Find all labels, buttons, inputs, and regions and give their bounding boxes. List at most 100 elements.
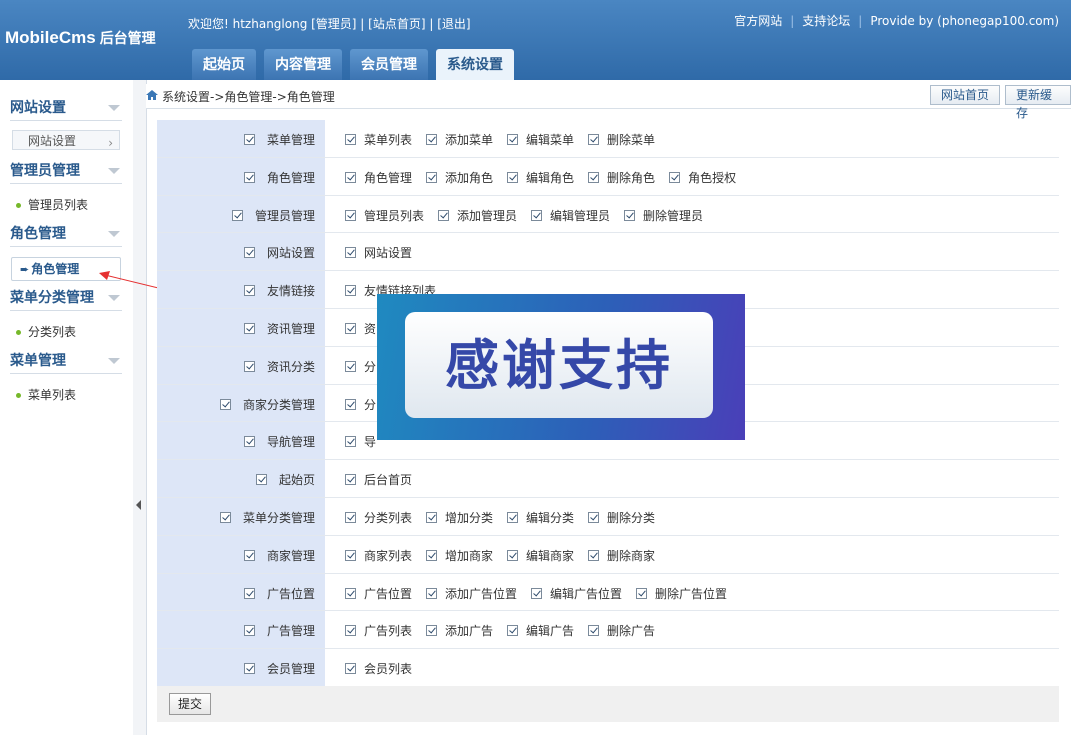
permission-checkbox[interactable] [426,549,438,561]
permission-item: 编辑角色 [507,169,574,186]
permission-checkbox[interactable] [345,360,356,372]
tab-members[interactable]: 会员管理 [350,49,428,80]
permission-checkbox[interactable] [345,625,356,637]
permission-checkbox[interactable] [345,587,356,599]
sidebar-group-menu[interactable]: 菜单管理 [10,349,122,374]
permission-checkbox[interactable] [426,134,438,145]
permission-row: 角色管理 角色管理 添加角色 编辑角色 删除角色 角色授权 [157,157,1059,196]
group-checkbox[interactable] [244,360,256,372]
permission-item: 导 [345,433,376,450]
permission-item: 编辑分类 [507,509,574,526]
permission-checkbox[interactable] [426,511,438,523]
sidebar-group-title: 网站设置 [10,100,66,116]
permission-checkbox[interactable] [345,134,356,145]
permission-checkbox[interactable] [345,436,356,448]
group-label: 菜单管理 [266,133,315,147]
permission-checkbox[interactable] [345,398,356,410]
permission-checkbox[interactable] [345,209,356,221]
permission-checkbox[interactable] [426,171,438,183]
permission-checkbox[interactable] [345,549,356,561]
permission-checkbox[interactable] [636,587,648,599]
sidebar-group-roles[interactable]: 角色管理 [10,222,122,247]
permission-group-cell: 资讯管理 [157,308,325,346]
permission-checkbox[interactable] [507,134,519,145]
permission-checkbox[interactable] [345,247,356,259]
permission-checkbox[interactable] [345,322,356,334]
group-label: 管理员管理 [254,208,315,223]
submit-bar: 提交 [157,686,1059,722]
group-checkbox[interactable] [244,134,256,145]
permission-checkbox[interactable] [624,209,636,221]
group-checkbox[interactable] [244,625,256,637]
home-icon[interactable] [146,89,158,101]
permission-label: 编辑广告位置 [550,586,623,601]
sidebar-item-site-settings[interactable]: 网站设置 › [12,130,120,150]
collapse-left-icon[interactable] [136,500,141,510]
sidebar-item-admin-list[interactable]: 管理员列表 [16,195,88,215]
group-checkbox[interactable] [220,511,232,523]
tab-system-settings[interactable]: 系统设置 [436,49,514,80]
permission-checkbox[interactable] [345,285,356,297]
permission-label: 删除角色 [607,170,656,185]
chevron-down-icon [108,358,120,364]
group-checkbox[interactable] [244,663,256,675]
permission-checkbox[interactable] [507,549,519,561]
permission-row: 菜单分类管理 分类列表 增加分类 编辑分类 删除分类 [157,497,1059,536]
permission-checkbox[interactable] [588,171,600,183]
sidebar-item-menu-list[interactable]: 菜单列表 [16,385,76,405]
permission-checkbox[interactable] [345,474,356,486]
permission-item: 分 [345,358,376,375]
welcome-text[interactable]: 欢迎您! htzhanglong [管理员] | [站点首页] | [退出] [188,15,471,32]
sidebar-splitter[interactable] [133,80,147,735]
group-checkbox[interactable] [220,398,232,410]
sidebar-group-site-settings[interactable]: 网站设置 [10,96,122,121]
tab-start[interactable]: 起始页 [192,49,256,80]
permission-group-cell: 资讯分类 [157,346,325,384]
group-checkbox[interactable] [244,322,256,334]
group-checkbox[interactable] [244,587,256,599]
permission-group-cell: 菜单管理 [157,120,325,157]
permission-label: 分 [364,397,377,412]
permission-checkbox[interactable] [588,625,600,637]
permission-checkbox[interactable] [345,171,356,183]
permission-checkbox[interactable] [507,171,519,183]
permission-checkbox[interactable] [588,134,600,145]
refresh-cache-button[interactable]: 更新缓存 [1005,85,1071,120]
permission-item: 编辑广告位置 [531,585,622,602]
permission-checkbox[interactable] [507,511,519,523]
permission-checkbox[interactable] [531,209,543,221]
permission-group-cell: 网站设置 [157,233,325,271]
group-checkbox[interactable] [244,247,256,259]
official-site-link[interactable]: 官方网站 [734,14,782,28]
permission-checkbox[interactable] [588,549,600,561]
sidebar-group-admin[interactable]: 管理员管理 [10,159,122,184]
permission-checkbox[interactable] [669,171,681,183]
provider-link[interactable]: Provide by (phonegap100.com) [870,14,1059,28]
thank-you-banner: 感谢支持 [377,294,745,440]
permission-checkbox[interactable] [588,511,600,523]
permission-checkbox[interactable] [426,587,438,599]
permission-item: 分 [345,396,376,413]
group-checkbox[interactable] [232,209,244,221]
group-checkbox[interactable] [244,171,256,183]
permission-label: 增加商家 [445,548,494,563]
top-header: MobileCms 后台管理 欢迎您! htzhanglong [管理员] | [… [0,0,1071,80]
site-home-button[interactable]: 网站首页 [930,85,1001,105]
group-checkbox[interactable] [244,436,256,448]
permission-checkbox[interactable] [507,625,519,637]
tab-content[interactable]: 内容管理 [264,49,342,80]
permission-checkbox[interactable] [345,511,356,523]
group-checkbox[interactable] [244,549,256,561]
submit-button[interactable]: 提交 [169,693,212,715]
group-checkbox[interactable] [244,285,256,297]
sidebar-item-category-list[interactable]: 分类列表 [16,322,76,342]
permission-checkbox[interactable] [531,587,543,599]
permission-item: 删除管理员 [624,207,703,224]
support-forum-link[interactable]: 支持论坛 [802,14,850,28]
group-checkbox[interactable] [256,474,268,486]
permission-label: 角色管理 [364,170,413,185]
permission-checkbox[interactable] [345,663,356,675]
permission-checkbox[interactable] [426,625,438,637]
permission-group: 角色管理 [244,169,315,186]
permission-checkbox[interactable] [438,209,450,221]
